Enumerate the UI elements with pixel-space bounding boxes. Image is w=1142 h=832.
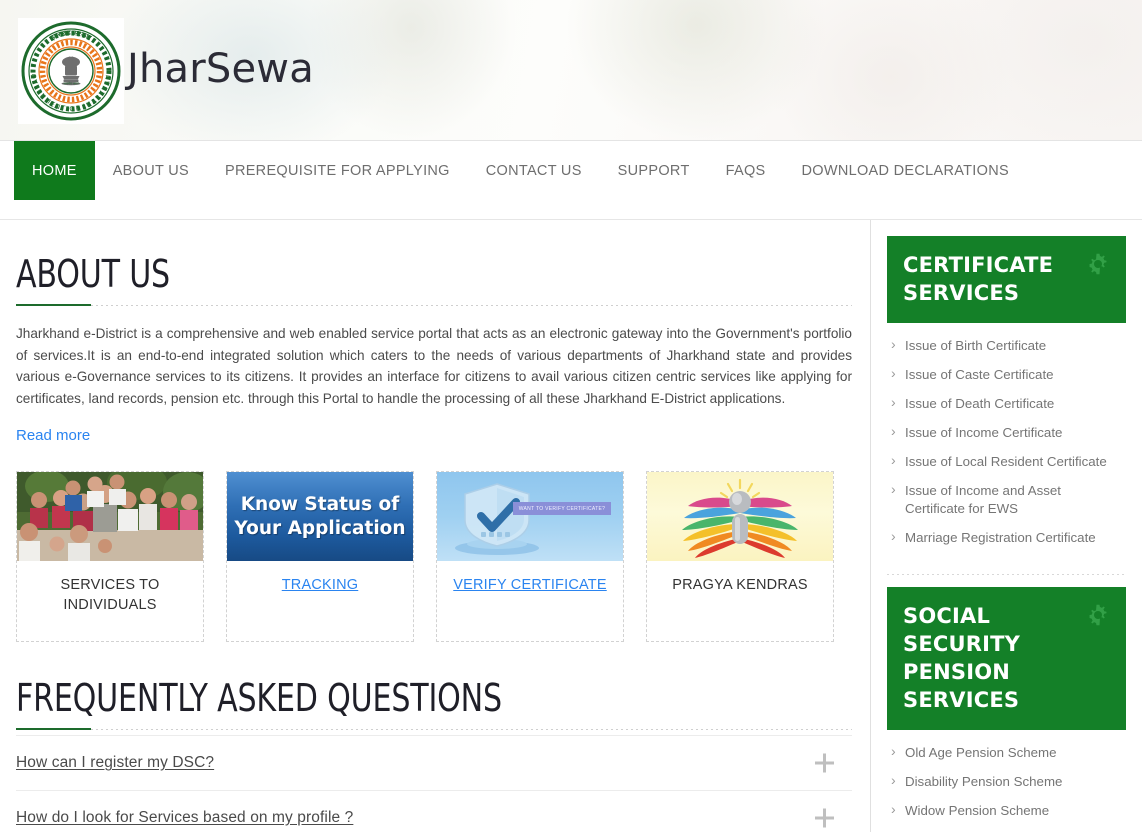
about-heading-rule [16,304,852,308]
nav-item-about-us[interactable]: ABOUT US [95,141,207,200]
sidebar-item-issue-of-death-certificate[interactable]: Issue of Death Certificate [889,393,1124,413]
faq-heading-rule [16,728,852,732]
widget-certificate-services: CERTIFICATE SERVICES Issue of Birth Cert… [887,236,1126,575]
service-card-tracking[interactable]: Know Status of Your Application TRACKING [226,471,414,643]
nav-item-contact-us[interactable]: CONTACT US [468,141,600,200]
pragya-rainbow-logo-icon [682,478,798,559]
gear-svg [1089,253,1107,275]
svg-text:सत्यमेव जयते: सत्यमेव जयते [63,81,78,85]
sidebar-item-issue-of-local-resident-certificate[interactable]: Issue of Local Resident Certificate [889,451,1124,471]
widget-title: CERTIFICATE SERVICES [903,253,1054,305]
faq-item[interactable]: How do I look for Services based on my p… [16,790,852,832]
widget-separator [887,574,1126,575]
sidebar-item-marriage-registration-certificate[interactable]: Marriage Registration Certificate [889,527,1124,547]
certificate-services-list: Issue of Birth Certificate Issue of Cast… [887,323,1126,568]
nav-item-home[interactable]: HOME [14,141,95,200]
widget-title: SOCIAL SECURITY PENSION SERVICES [903,604,1021,712]
jharkhand-government-emblem-icon[interactable]: सत्यमेव जयते झारखंड सरकार GOVERNMENT OF … [15,12,124,124]
service-card-services-to-individuals[interactable]: SERVICES TO INDIVIDUALS [16,471,204,643]
group-photo-thumbnail [17,472,203,562]
sidebar-item-issue-of-caste-certificate[interactable]: Issue of Caste Certificate [889,364,1124,384]
about-us-body-text: Jharkhand e-District is a comprehensive … [16,326,852,406]
card-label-tracking: TRACKING [227,561,413,641]
nav-item-faqs[interactable]: FAQS [708,141,784,200]
faq-question[interactable]: How can I register my DSC? [16,754,214,772]
faq-section: FREQUENTLY ASKED QUESTIONS How can I reg… [16,676,852,832]
banner-line-2: Your Application [234,517,406,539]
plus-icon[interactable] [815,753,834,773]
about-us-section: ABOUT US Jharkhand e-District is a compr… [16,252,852,445]
nav-item-prerequisite-for-applying[interactable]: PREREQUISITE FOR APPLYING [207,141,468,200]
jharsewa-homepage: सत्यमेव जयते झारखंड सरकार GOVERNMENT OF … [0,0,1142,832]
plus-icon[interactable] [815,808,834,828]
about-us-heading: ABOUT US [16,252,170,296]
card-label-pragya-kendras: PRAGYA KENDRAS [672,577,808,594]
faq-list: How can I register my DSC? How do I look… [16,735,852,832]
service-card-pragya-kendras[interactable]: PRAGYA KENDRAS [646,471,834,643]
sidebar-item-disability-pension-scheme[interactable]: Disability Pension Scheme [889,771,1124,791]
brand-title: JharSewa [127,46,314,92]
tracking-link[interactable]: TRACKING [282,575,359,595]
service-cards-row: SERVICES TO INDIVIDUALS Know Status of Y… [16,471,852,643]
know-status-banner-thumbnail: Know Status of Your Application [227,472,413,562]
widget-header-social-security-pension-services[interactable]: SOCIAL SECURITY PENSION SERVICES [887,587,1126,730]
main-navigation: HOME ABOUT US PREREQUISITE FOR APPLYING … [0,141,1142,220]
site-header: सत्यमेव जयते झारखंड सरकार GOVERNMENT OF … [0,0,1142,141]
page-content: ABOUT US Jharkhand e-District is a compr… [0,220,1142,832]
sidebar: CERTIFICATE SERVICES Issue of Birth Cert… [870,220,1142,832]
sidebar-item-issue-of-income-certificate[interactable]: Issue of Income Certificate [889,422,1124,442]
verify-certificate-caption: WANT TO VERIFY CERTIFICATE? [513,502,611,516]
widget-social-security-pension-services: SOCIAL SECURITY PENSION SERVICES Old Age… [887,587,1126,832]
faq-heading: FREQUENTLY ASKED QUESTIONS [16,676,502,721]
shield-check-icon [455,483,539,556]
read-more-link[interactable]: Read more [16,427,90,444]
faq-question[interactable]: How do I look for Services based on my p… [16,809,353,827]
card-label-verify-certificate: VERIFY CERTIFICATE [437,561,623,641]
pragya-kendras-logo-thumbnail [647,472,833,562]
gear-icon [1086,603,1110,627]
main-column: ABOUT US Jharkhand e-District is a compr… [0,220,868,832]
faq-item[interactable]: How can I register my DSC? [16,735,852,790]
gear-svg [1089,604,1107,626]
card-label-services-to-individuals: SERVICES TO INDIVIDUALS [60,577,160,614]
banner-line-1: Know Status of [240,493,400,515]
sidebar-item-issue-of-birth-certificate[interactable]: Issue of Birth Certificate [889,335,1124,355]
service-card-verify-certificate[interactable]: WANT TO VERIFY CERTIFICATE? VERIFY CERTI… [436,471,624,643]
sidebar-item-issue-of-income-and-asset-certificate-for-ews[interactable]: Issue of Income and Asset Certificate fo… [889,480,1124,518]
sidebar-item-old-age-pension-scheme[interactable]: Old Age Pension Scheme [889,742,1124,762]
nav-item-download-declarations[interactable]: DOWNLOAD DECLARATIONS [784,141,1027,200]
verify-certificate-thumbnail: WANT TO VERIFY CERTIFICATE? [437,472,623,562]
emblem-svg: सत्यमेव जयते झारखंड सरकार GOVERNMENT OF … [15,12,121,121]
group-photo-svg [17,472,203,562]
sidebar-item-widow-pension-scheme[interactable]: Widow Pension Scheme [889,800,1124,820]
nav-item-support[interactable]: SUPPORT [600,141,708,200]
pension-services-list: Old Age Pension Scheme Disability Pensio… [887,730,1126,832]
widget-header-certificate-services[interactable]: CERTIFICATE SERVICES [887,236,1126,323]
verify-certificate-link[interactable]: VERIFY CERTIFICATE [453,575,606,595]
gear-icon [1086,252,1110,276]
